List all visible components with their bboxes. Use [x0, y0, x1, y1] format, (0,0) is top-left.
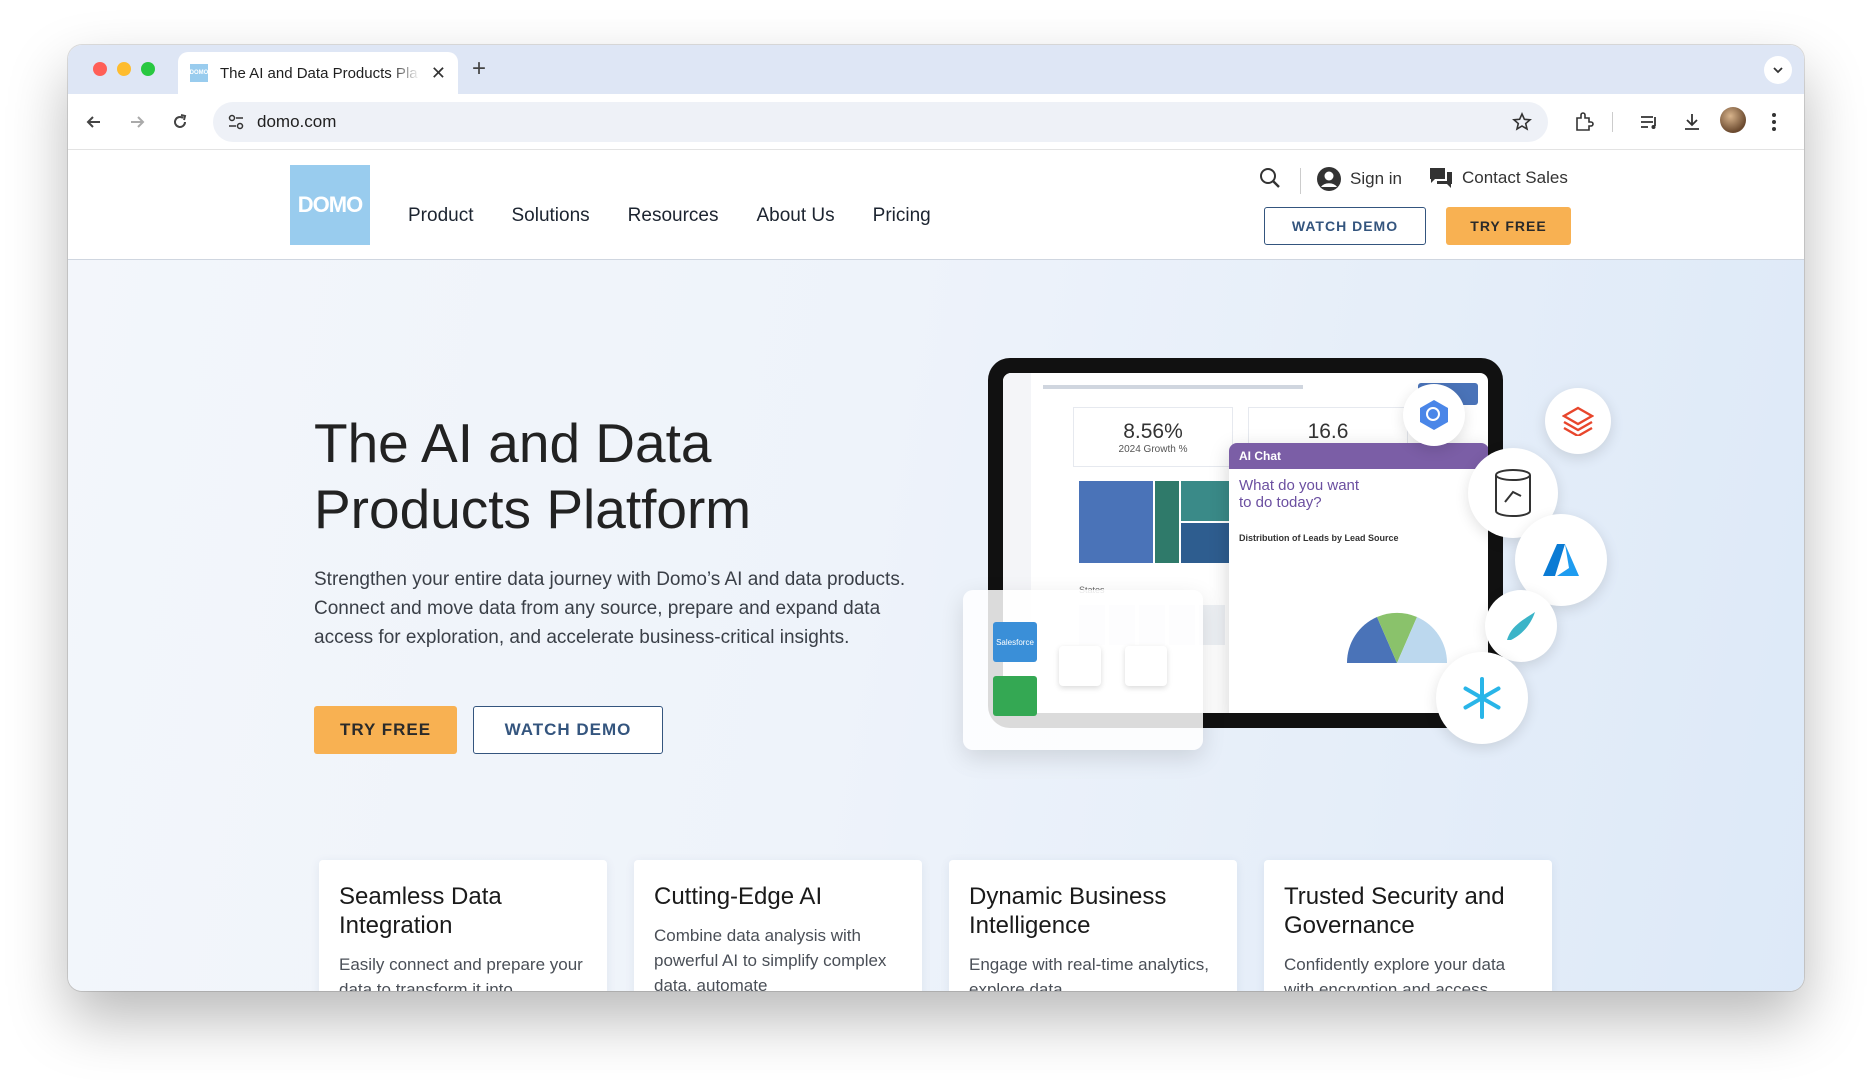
feature-text: Confidently explore your data with encry… [1284, 955, 1506, 991]
maximize-window-button[interactable] [141, 62, 155, 76]
forward-button[interactable] [125, 110, 149, 134]
hero-section: The AI and Data Products Platform Streng… [68, 260, 1804, 991]
hero-description: Strengthen your entire data journey with… [314, 569, 906, 648]
pie-chart-illustration [1346, 612, 1448, 663]
browser-tab[interactable]: DOMO The AI and Data Products Pla ✕ [178, 52, 458, 94]
gcp-search-icon [1403, 384, 1465, 446]
sheets-node-icon [993, 676, 1037, 716]
salesforce-node: Salesforce [993, 622, 1037, 662]
url-text: domo.com [257, 112, 337, 131]
feature-card-integration: Seamless Data Integration Easily connect… [319, 860, 607, 991]
feature-card-security: Trusted Security and Governance Confiden… [1264, 860, 1552, 991]
chevron-down-icon [1773, 67, 1783, 74]
new-tab-button[interactable]: + [472, 55, 486, 83]
search-icon [1260, 168, 1280, 188]
watch-demo-header-button[interactable]: WATCH DEMO [1264, 207, 1426, 245]
nav-solutions[interactable]: Solutions [511, 205, 589, 227]
feature-text: Engage with real-time analytics, explore… [969, 955, 1210, 991]
arrow-right-icon [131, 116, 145, 128]
watch-demo-hero-button[interactable]: WATCH DEMO [473, 706, 663, 754]
browser-toolbar: domo.com [68, 94, 1804, 150]
profile-avatar[interactable] [1720, 107, 1746, 133]
ai-chat-title: AI Chat [1229, 443, 1488, 469]
feature-title: Trusted Security and Governance [1284, 883, 1505, 939]
bookmark-star-icon[interactable] [1512, 112, 1532, 132]
feature-card-ai: Cutting-Edge AI Combine data analysis wi… [634, 860, 922, 991]
feature-title: Cutting-Edge AI [654, 883, 823, 910]
tab-title: The AI and Data Products Pla [220, 64, 418, 82]
download-icon[interactable] [1678, 108, 1706, 136]
site-header: DOMO Product Solutions Resources About U… [68, 150, 1804, 260]
user-circle-icon [1317, 167, 1341, 191]
reload-button[interactable] [168, 110, 192, 134]
tab-close-icon[interactable]: ✕ [431, 63, 446, 84]
nav-resources[interactable]: Resources [628, 205, 719, 227]
toggle-node-icon [1059, 646, 1101, 686]
nav-about-us[interactable]: About Us [756, 205, 834, 227]
try-free-header-button[interactable]: TRY FREE [1446, 207, 1571, 245]
try-free-hero-button[interactable]: TRY FREE [314, 706, 457, 754]
tab-strip: DOMO The AI and Data Products Pla ✕ + [68, 45, 1804, 94]
ai-chat-prompt: What do you want to do today? [1239, 477, 1360, 511]
nav-product[interactable]: Product [408, 205, 473, 227]
feature-text: Easily connect and prepare your data to … [339, 955, 583, 991]
web-page: DOMO Product Solutions Resources About U… [68, 150, 1804, 991]
hero-title: The AI and Data Products Platform [314, 412, 752, 540]
search-button[interactable] [1258, 166, 1282, 190]
snowflake-icon [1436, 652, 1528, 744]
contact-sales-link[interactable]: Contact Sales [1428, 166, 1568, 190]
tab-search-button[interactable] [1764, 56, 1792, 84]
browser-window: DOMO The AI and Data Products Pla ✕ + do… [68, 45, 1804, 991]
feature-text: Combine data analysis with powerful AI t… [654, 926, 887, 991]
nav-pricing[interactable]: Pricing [873, 205, 931, 227]
minimize-window-button[interactable] [117, 62, 131, 76]
reload-icon [174, 114, 187, 128]
address-bar[interactable]: domo.com [213, 102, 1548, 142]
feature-title: Seamless Data Integration [339, 883, 502, 939]
kpi-growth-card: 8.56% 2024 Growth % [1073, 407, 1233, 467]
treemap-chart [1079, 481, 1237, 563]
feature-title: Dynamic Business Intelligence [969, 883, 1167, 939]
close-window-button[interactable] [93, 62, 107, 76]
more-menu-icon[interactable] [1760, 108, 1788, 136]
back-button[interactable] [82, 110, 106, 134]
domo-logo[interactable]: DOMO [290, 165, 370, 245]
narwhal-icon [1485, 590, 1557, 662]
sign-in-link[interactable]: Sign in [1316, 166, 1402, 192]
domo-favicon-icon: DOMO [190, 64, 208, 82]
media-controls-icon[interactable] [1635, 108, 1663, 136]
extensions-icon[interactable] [1570, 108, 1598, 136]
site-info-icon[interactable] [227, 113, 245, 131]
feature-card-bi: Dynamic Business Intelligence Engage wit… [949, 860, 1237, 991]
database-node-icon [1125, 646, 1167, 686]
main-nav: Product Solutions Resources About Us Pri… [408, 205, 969, 227]
data-flow-widget: Salesforce [963, 590, 1203, 750]
databricks-icon [1545, 388, 1611, 454]
arrow-left-icon [86, 116, 100, 128]
chat-bubbles-icon [1430, 168, 1452, 188]
